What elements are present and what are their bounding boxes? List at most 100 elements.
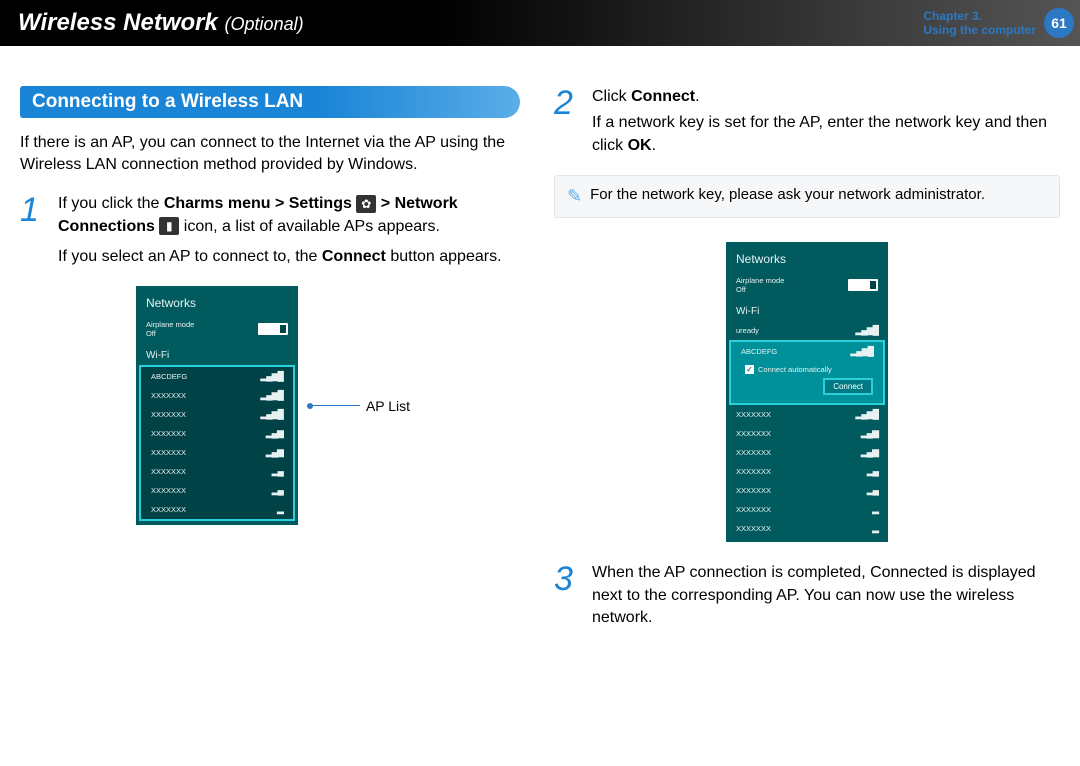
note-icon: ✎ xyxy=(567,186,582,207)
checkbox-label: Connect automatically xyxy=(758,365,832,374)
airplane-off: Off xyxy=(736,285,784,294)
text: Click xyxy=(592,88,631,105)
step-number: 1 xyxy=(20,193,44,268)
ap-item[interactable]: XXXXXXX▂▄ xyxy=(726,481,888,500)
left-column: Connecting to a Wireless LAN If there is… xyxy=(20,86,526,647)
signal-icon: ▂ xyxy=(872,523,878,534)
signal-icon: ▂▄▆█ xyxy=(855,325,878,336)
ap-item[interactable]: XXXXXXX▂▄▆ xyxy=(726,424,888,443)
signal-icon: ▂▄▆ xyxy=(266,428,283,439)
page-title: Wireless Network (Optional) xyxy=(18,9,304,37)
wifi-section-label: Wi-Fi xyxy=(136,342,298,365)
text: button appears. xyxy=(386,248,502,265)
bold-connect: Connect xyxy=(631,88,695,105)
signal-icon: ▂▄▆ xyxy=(861,447,878,458)
airplane-label: Airplane mode xyxy=(736,276,784,285)
callout-line xyxy=(310,405,360,406)
ap-item[interactable]: XXXXXXX▂▄▆█ xyxy=(726,405,888,424)
connect-auto-checkbox[interactable]: ✓ Connect automatically xyxy=(741,365,832,374)
ap-item[interactable]: XXXXXXX▂▄▆ xyxy=(141,443,293,462)
step-number: 3 xyxy=(554,562,578,629)
text: . xyxy=(652,137,656,154)
airplane-mode-row: Airplane mode Off xyxy=(726,272,888,298)
figure-2: Networks Airplane mode Off Wi-Fi uready▂… xyxy=(554,242,1060,542)
signal-icon: ▂ xyxy=(872,504,878,515)
airplane-toggle[interactable] xyxy=(258,323,288,335)
ap-item[interactable]: XXXXXXX▂ xyxy=(726,519,888,538)
signal-icon: ▂▄▆█ xyxy=(855,409,878,420)
callout: AP List xyxy=(310,398,410,414)
note-box: ✎ For the network key, please ask your n… xyxy=(554,175,1060,218)
callout-label: AP List xyxy=(366,398,410,414)
right-column: 2 Click Connect. If a network key is set… xyxy=(554,86,1060,647)
text: If a network key is set for the AP, ente… xyxy=(592,114,1047,153)
ap-uready[interactable]: uready▂▄▆█ xyxy=(726,321,888,340)
signal-icon: ▂▄▆█ xyxy=(260,409,283,420)
ap-item[interactable]: XXXXXXX▂▄▆█ xyxy=(141,386,293,405)
signal-icon: ▂▄▆█ xyxy=(850,346,873,357)
step-body: Click Connect. If a network key is set f… xyxy=(592,86,1060,157)
ap-list-highlight: ABCDEFG▂▄▆█ XXXXXXX▂▄▆█ XXXXXXX▂▄▆█ XXXX… xyxy=(139,365,295,521)
selected-ap-highlight: ABCDEFG▂▄▆█ ✓ Connect automatically Conne… xyxy=(729,340,885,405)
checkbox-icon: ✓ xyxy=(745,365,754,374)
ap-item[interactable]: XXXXXXX▂ xyxy=(726,500,888,519)
ap-abcdefg[interactable]: ABCDEFG▂▄▆█ xyxy=(141,367,293,386)
text: If you click the xyxy=(58,195,164,212)
text: If you select an AP to connect to, the xyxy=(58,248,322,265)
signal-icon: ▂▄ xyxy=(867,485,878,496)
bold-ok: OK xyxy=(628,137,652,154)
page-number-badge: 61 xyxy=(1044,8,1074,38)
step-number: 2 xyxy=(554,86,578,157)
signal-icon: ▂▄ xyxy=(272,466,283,477)
wifi-section-label: Wi-Fi xyxy=(726,298,888,321)
text: When the AP connection is completed, Con… xyxy=(592,562,1060,629)
signal-icon: ▂▄▆ xyxy=(266,447,283,458)
ap-item[interactable]: XXXXXXX▂▄ xyxy=(726,462,888,481)
content-area: Connecting to a Wireless LAN If there is… xyxy=(0,46,1080,647)
panel-title: Networks xyxy=(726,252,888,272)
step-body: If you click the Charms menu > Settings … xyxy=(58,193,526,268)
bold-charms-settings: Charms menu > Settings xyxy=(164,195,352,212)
section-heading: Connecting to a Wireless LAN xyxy=(20,86,520,118)
chapter-line2: Using the computer xyxy=(923,23,1036,37)
signal-icon: ▂▄ xyxy=(867,466,878,477)
networks-panel-1: Networks Airplane mode Off Wi-Fi ABCDEFG… xyxy=(136,286,298,525)
signal-icon: ▂▄▆█ xyxy=(260,390,283,401)
signal-icon: ▂▄▆ xyxy=(861,428,878,439)
ap-item[interactable]: XXXXXXX▂▄ xyxy=(141,481,293,500)
ap-item[interactable]: XXXXXXX▂▄▆ xyxy=(726,443,888,462)
signal-icon: ▂▄ xyxy=(272,485,283,496)
ap-abcdefg-selected[interactable]: ABCDEFG▂▄▆█ xyxy=(731,342,883,361)
panel-title: Networks xyxy=(136,296,298,316)
airplane-off: Off xyxy=(146,329,194,338)
step-body: When the AP connection is completed, Con… xyxy=(592,562,1060,629)
connect-button[interactable]: Connect xyxy=(823,378,873,395)
connect-area: ✓ Connect automatically Connect xyxy=(731,361,883,403)
step-2: 2 Click Connect. If a network key is set… xyxy=(554,86,1060,157)
header-right: Chapter 3. Using the computer 61 xyxy=(923,8,1080,38)
ap-item[interactable]: XXXXXXX▂ xyxy=(141,500,293,519)
airplane-toggle[interactable] xyxy=(848,279,878,291)
intro-paragraph: If there is an AP, you can connect to th… xyxy=(20,132,526,175)
title-subtitle: (Optional) xyxy=(225,14,304,34)
ap-item[interactable]: XXXXXXX▂▄ xyxy=(141,462,293,481)
text: . xyxy=(695,88,699,105)
ap-item[interactable]: XXXXXXX▂▄▆█ xyxy=(141,405,293,424)
chapter-line1: Chapter 3. xyxy=(923,9,1036,23)
settings-gear-icon: ✿ xyxy=(356,195,376,213)
bold-connect: Connect xyxy=(322,248,386,265)
signal-icon: ▂▄▆█ xyxy=(260,371,283,382)
signal-icon: ▂ xyxy=(277,504,283,515)
ap-item[interactable]: XXXXXXX▂▄▆ xyxy=(141,424,293,443)
page-header: Wireless Network (Optional) Chapter 3. U… xyxy=(0,0,1080,46)
airplane-mode-row: Airplane mode Off xyxy=(136,316,298,342)
note-text: For the network key, please ask your net… xyxy=(590,186,985,203)
figure-1: Networks Airplane mode Off Wi-Fi ABCDEFG… xyxy=(20,286,526,525)
text: icon, a list of available APs appears. xyxy=(179,218,440,235)
step-1: 1 If you click the Charms menu > Setting… xyxy=(20,193,526,268)
step-3: 3 When the AP connection is completed, C… xyxy=(554,562,1060,629)
networks-panel-2: Networks Airplane mode Off Wi-Fi uready▂… xyxy=(726,242,888,542)
airplane-label: Airplane mode xyxy=(146,320,194,329)
chapter-block: Chapter 3. Using the computer xyxy=(923,9,1036,38)
network-signal-icon: ▮ xyxy=(159,217,179,235)
